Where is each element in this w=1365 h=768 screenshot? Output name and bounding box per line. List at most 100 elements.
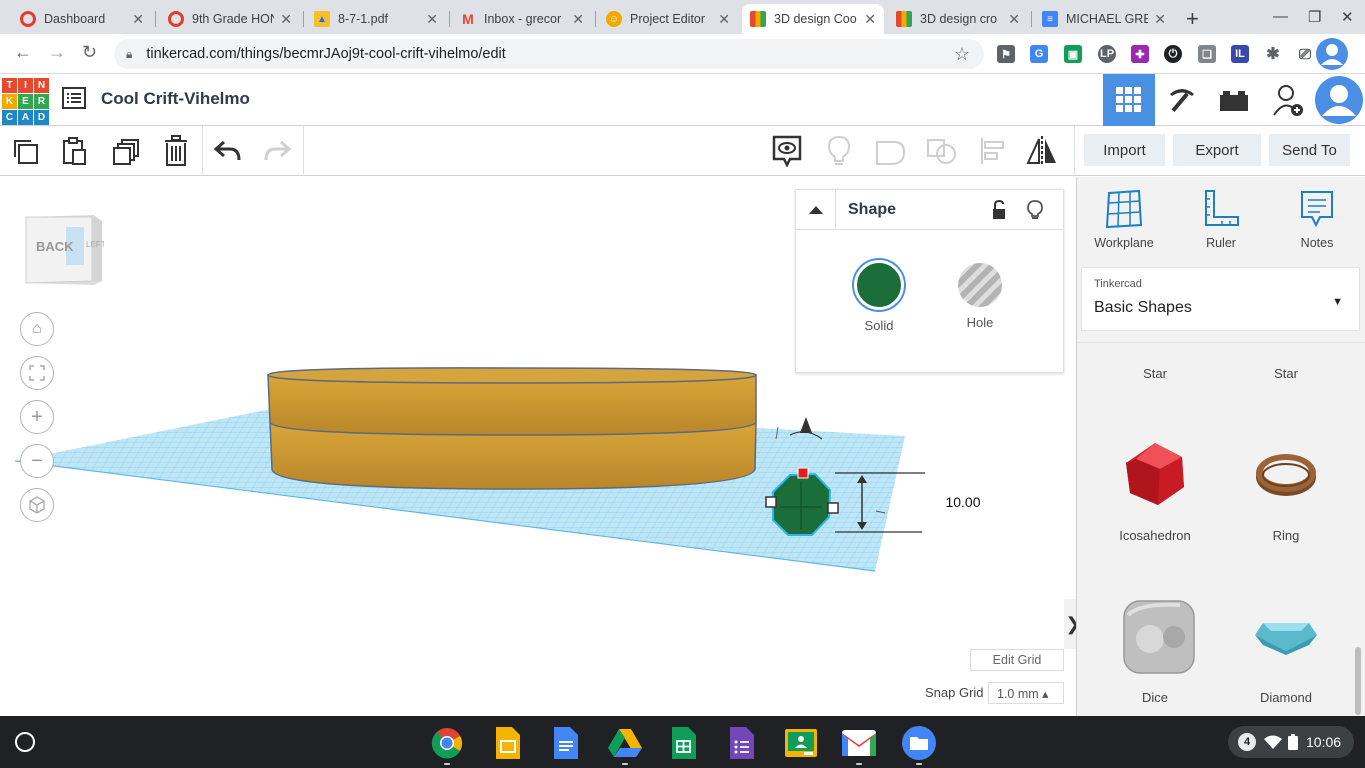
- snap-grid-select[interactable]: 1.0 mm ▴: [988, 682, 1064, 704]
- docs-app[interactable]: [548, 726, 582, 760]
- 3d-view-button[interactable]: [1103, 74, 1155, 126]
- diamond-shape[interactable]: [1251, 605, 1321, 675]
- undo-button[interactable]: [211, 134, 245, 168]
- align-button[interactable]: [976, 134, 1010, 168]
- power-icon[interactable]: ⏻: [1164, 45, 1182, 63]
- address-bar[interactable]: 🔒︎ tinkercad.com/things/becmrJAoj9t-cool…: [114, 39, 984, 69]
- shape-library-select[interactable]: Tinkercad Basic Shapes ▼: [1081, 267, 1360, 331]
- solid-swatch[interactable]: [854, 260, 904, 310]
- icosahedron-shape[interactable]: [1120, 439, 1190, 509]
- height-handle[interactable]: [797, 467, 809, 479]
- browser-tab-dashboard[interactable]: Dashboard ✕: [12, 4, 152, 34]
- extension-flag-icon[interactable]: ⚑: [997, 45, 1015, 63]
- new-tab-button[interactable]: +: [1186, 6, 1199, 32]
- chrome-app[interactable]: [430, 726, 464, 760]
- notes-tool[interactable]: Notes: [1277, 189, 1357, 250]
- edit-grid-button[interactable]: Edit Grid: [970, 649, 1064, 671]
- drive-app[interactable]: [608, 726, 642, 760]
- close-icon[interactable]: ✕: [572, 11, 584, 28]
- view-cube[interactable]: BACK LEFT: [24, 211, 106, 287]
- redo-button[interactable]: [260, 134, 294, 168]
- zoom-in-button[interactable]: +: [20, 400, 54, 434]
- close-window-icon[interactable]: ✕: [1341, 8, 1354, 26]
- gmail-app[interactable]: [842, 726, 876, 760]
- ruler-tool[interactable]: Ruler: [1181, 189, 1261, 250]
- classroom-app[interactable]: [784, 726, 818, 760]
- slides-app[interactable]: [490, 726, 524, 760]
- browser-tab-project-editor[interactable]: ☺ Project Editor ✕: [598, 4, 738, 34]
- extension-il-icon[interactable]: IL: [1231, 45, 1249, 63]
- bookmark-star-icon[interactable]: ☆: [954, 44, 970, 65]
- send-to-button[interactable]: Send To: [1269, 134, 1350, 166]
- translate-icon[interactable]: G: [1030, 45, 1048, 63]
- lightbulb-icon[interactable]: [1027, 199, 1043, 220]
- collapse-inspector-button[interactable]: [796, 189, 836, 230]
- ungroup-button[interactable]: [925, 134, 959, 168]
- browser-tab-3d-design-active[interactable]: 3D design Coo ✕: [742, 4, 884, 34]
- ring-shape[interactable]: [1251, 439, 1321, 509]
- notes-toggle-button[interactable]: [770, 134, 804, 168]
- classroom-icon[interactable]: ▣: [1064, 45, 1082, 63]
- reload-icon[interactable]: ↻: [82, 42, 97, 63]
- group-button[interactable]: [873, 134, 907, 168]
- import-button[interactable]: Import: [1084, 134, 1165, 166]
- tinkercad-logo[interactable]: T I N K E R C A D: [2, 78, 49, 125]
- design-list-icon[interactable]: [62, 86, 86, 110]
- mirror-button[interactable]: [1025, 134, 1059, 168]
- minimize-icon[interactable]: —: [1273, 8, 1288, 25]
- shape-label-diamond[interactable]: Diamond: [1231, 690, 1341, 705]
- extension-puzzle-purple-icon[interactable]: ✚: [1131, 45, 1149, 63]
- shape-label-icosahedron[interactable]: Icosahedron: [1100, 528, 1210, 543]
- height-dimension-value[interactable]: 10.00: [940, 491, 986, 513]
- profile-avatar[interactable]: [1316, 38, 1348, 70]
- status-tray[interactable]: 4 10:06: [1228, 726, 1354, 758]
- shape-label-star[interactable]: Star: [1100, 366, 1210, 381]
- workplane-tool[interactable]: Workplane: [1084, 189, 1164, 250]
- user-avatar-button[interactable]: [1313, 74, 1365, 126]
- browser-tab-michael[interactable]: ≡ MICHAEL GRE ✕: [1034, 4, 1174, 34]
- gold-cylinder-object[interactable]: [267, 367, 757, 490]
- hole-option[interactable]: Hole: [945, 260, 1015, 330]
- shapes-scrollbar[interactable]: [1355, 647, 1361, 715]
- share-user-button[interactable]: [1262, 74, 1314, 126]
- launcher-icon[interactable]: [15, 732, 35, 752]
- show-all-button[interactable]: [822, 134, 856, 168]
- unlock-icon[interactable]: [991, 199, 1007, 220]
- export-button[interactable]: Export: [1173, 134, 1261, 166]
- dice-shape[interactable]: [1120, 597, 1198, 677]
- blocks-view-button[interactable]: [1208, 74, 1260, 126]
- forward-icon[interactable]: →: [48, 42, 66, 63]
- fit-view-button[interactable]: [20, 356, 54, 390]
- duplicate-button[interactable]: [110, 134, 144, 168]
- shape-label-star[interactable]: Star: [1231, 366, 1341, 381]
- hole-swatch[interactable]: [958, 263, 1002, 307]
- solid-option[interactable]: Solid: [844, 260, 914, 333]
- copy-button[interactable]: [8, 134, 42, 168]
- bricks-view-button[interactable]: [1156, 74, 1208, 126]
- home-view-button[interactable]: ⌂: [20, 312, 54, 346]
- paste-button[interactable]: [58, 134, 92, 168]
- close-icon[interactable]: ✕: [1008, 11, 1020, 28]
- sheets-app[interactable]: [666, 726, 700, 760]
- zoom-out-button[interactable]: −: [20, 444, 54, 478]
- files-app[interactable]: [902, 726, 936, 760]
- resize-handle[interactable]: [765, 496, 777, 508]
- close-icon[interactable]: ✕: [426, 11, 438, 28]
- close-icon[interactable]: ✕: [132, 11, 144, 28]
- close-icon[interactable]: ✕: [864, 11, 876, 28]
- design-title[interactable]: Cool Crift-Vihelmo: [101, 89, 250, 109]
- restore-icon[interactable]: ❐: [1308, 8, 1321, 26]
- extensions-puzzle-icon[interactable]: ✱: [1264, 45, 1282, 63]
- projection-button[interactable]: [20, 488, 54, 522]
- extension-stack-icon[interactable]: ❏: [1198, 45, 1216, 63]
- browser-tab-9th-grade[interactable]: 9th Grade HON ✕: [160, 4, 300, 34]
- delete-button[interactable]: [159, 134, 193, 168]
- browser-tab-pdf[interactable]: ▲ 8-7-1.pdf ✕: [306, 4, 446, 34]
- close-icon[interactable]: ✕: [1154, 11, 1166, 28]
- collapse-panel-button[interactable]: ❯: [1064, 599, 1076, 649]
- close-icon[interactable]: ✕: [718, 11, 730, 28]
- shape-label-ring[interactable]: Ring: [1231, 528, 1341, 543]
- lift-arrow-icon[interactable]: [800, 417, 812, 433]
- forms-app[interactable]: [724, 726, 758, 760]
- cast-icon[interactable]: ⎚: [1296, 45, 1314, 63]
